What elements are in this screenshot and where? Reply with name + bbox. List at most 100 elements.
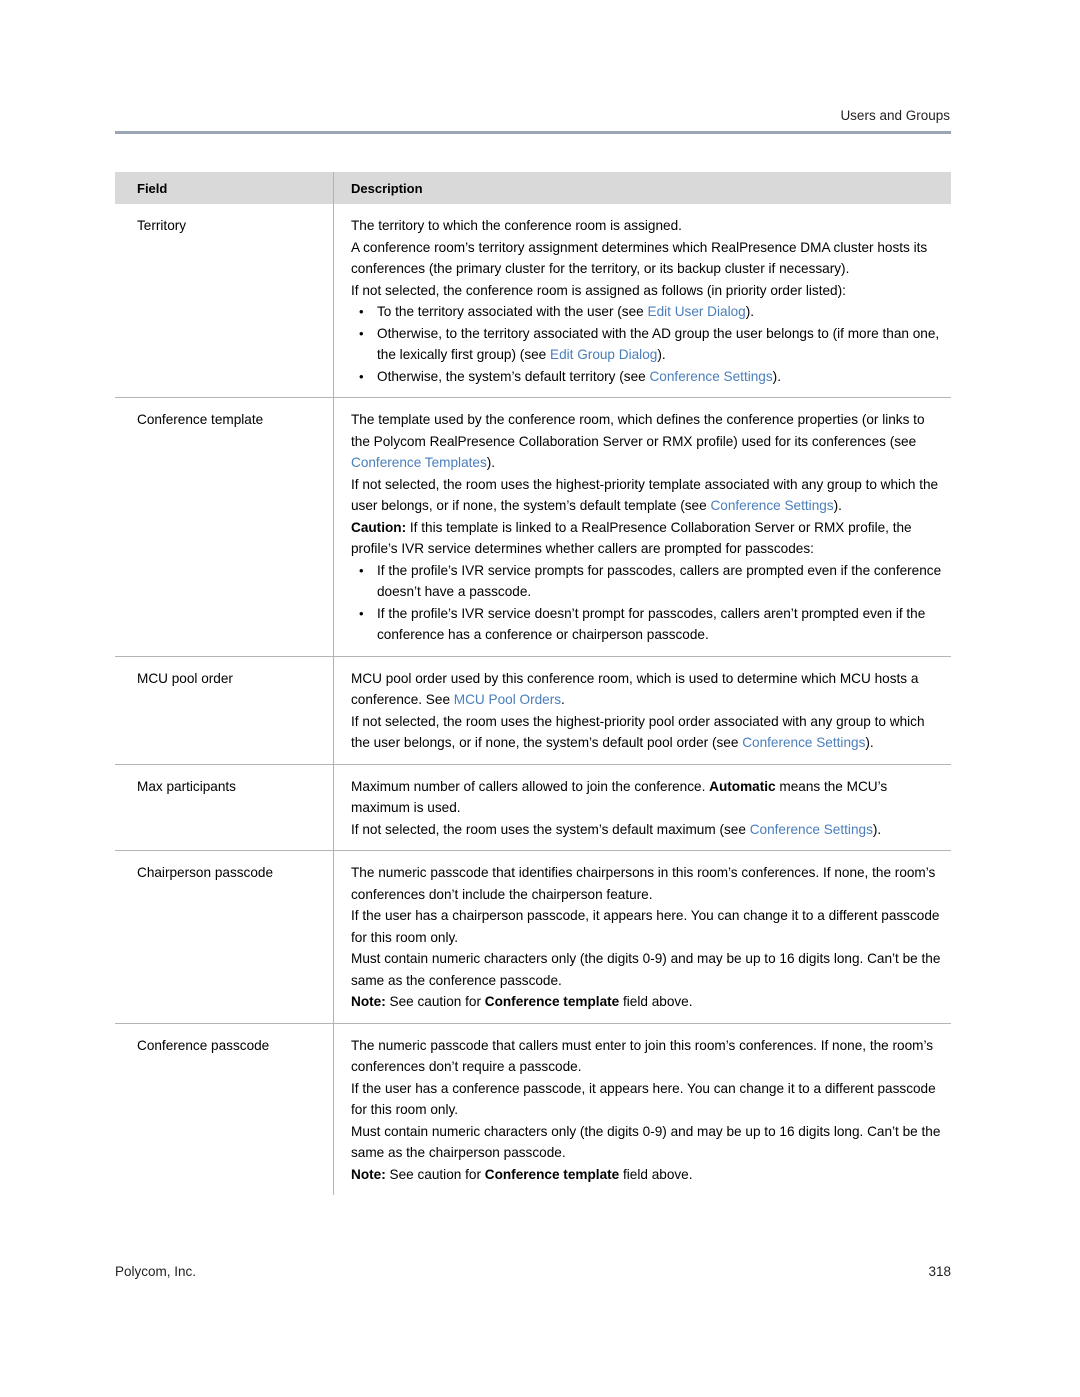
text-run: ).: [872, 821, 882, 837]
bullet-item: Otherwise, to the territory associated w…: [351, 323, 945, 366]
description-paragraph: The numeric passcode that callers must e…: [351, 1035, 945, 1078]
cross-reference-link[interactable]: Edit Group Dialog: [550, 347, 657, 362]
text-run: Must contain numeric characters only (th…: [351, 1123, 941, 1161]
bullet-item: If the profile’s IVR service doesn’t pro…: [351, 603, 945, 646]
field-description-cell: Maximum number of callers allowed to joi…: [333, 764, 951, 851]
text-run: If the profile’s IVR service prompts for…: [377, 562, 942, 600]
description-paragraph: The territory to which the conference ro…: [351, 215, 945, 237]
text-run: field above.: [619, 1166, 693, 1182]
bullet-item: To the territory associated with the use…: [351, 301, 945, 323]
text-run: If not selected, the room uses the syste…: [351, 821, 750, 837]
description-paragraph: If the user has a conference passcode, i…: [351, 1078, 945, 1121]
emphasis-text: Conference template: [484, 1166, 620, 1182]
description-paragraph: If the user has a chairperson passcode, …: [351, 905, 945, 948]
text-run: ).: [772, 368, 781, 384]
emphasis-text: Note:: [351, 994, 386, 1009]
column-header-description: Description: [333, 172, 951, 204]
text-run: If the user has a chairperson passcode, …: [351, 908, 940, 945]
description-paragraph: Must contain numeric characters only (th…: [351, 948, 945, 991]
text-run: ).: [486, 455, 496, 470]
text-run: The territory to which the conference ro…: [351, 218, 682, 233]
text-run: .: [561, 692, 565, 707]
text-run: If the profile’s IVR service doesn’t pro…: [377, 605, 926, 643]
description-paragraph: The numeric passcode that identifies cha…: [351, 862, 945, 905]
footer-page-number: 318: [928, 1264, 951, 1279]
description-paragraph: If not selected, the conference room is …: [351, 280, 945, 302]
text-run: MCU pool order used by this conference r…: [351, 670, 919, 708]
text-run: The template used by the conference room…: [351, 412, 925, 449]
description-paragraph: If not selected, the room uses the syste…: [351, 819, 945, 841]
emphasis-text: Automatic: [709, 778, 776, 794]
text-run: See caution for: [385, 1166, 485, 1182]
description-paragraph: A conference room’s territory assignment…: [351, 237, 945, 280]
table-row: Max participants Maximum number of caller…: [115, 764, 951, 851]
text-run: If this template is linked to a RealPres…: [351, 519, 912, 557]
table-row: Territory The territory to which the conf…: [115, 204, 951, 398]
table-header-row: Field Description: [115, 172, 951, 204]
field-name-cell: Territory: [115, 204, 333, 398]
field-name: Conference passcode: [137, 1037, 270, 1053]
cross-reference-link[interactable]: Conference Settings: [649, 369, 772, 384]
table-row: Chairperson passcode The numeric passcode…: [115, 850, 951, 1024]
text-run: field above.: [619, 994, 693, 1009]
text-run: ).: [745, 304, 755, 319]
cross-reference-link[interactable]: Edit User Dialog: [648, 304, 746, 319]
table-row: MCU pool order MCU pool order used by thi…: [115, 656, 951, 765]
field-name: Chairperson passcode: [137, 865, 274, 880]
text-run: Maximum number of callers allowed to joi…: [351, 778, 710, 794]
text-run: ).: [657, 347, 666, 362]
emphasis-text: Conference template: [484, 994, 620, 1009]
field-description-cell: The template used by the conference room…: [333, 397, 951, 657]
header-divider: [115, 131, 951, 134]
description-paragraph: If not selected, the room uses the highe…: [351, 711, 945, 754]
emphasis-text: Caution:: [351, 519, 407, 535]
emphasis-text: Note:: [351, 1166, 386, 1182]
text-run: See caution for: [385, 994, 485, 1009]
field-name: Max participants: [137, 778, 236, 794]
field-description-cell: The numeric passcode that callers must e…: [333, 1023, 951, 1195]
text-run: If not selected, the conference room is …: [351, 282, 846, 298]
text-run: The numeric passcode that callers must e…: [351, 1037, 934, 1075]
description-paragraph: Maximum number of callers allowed to joi…: [351, 776, 945, 819]
description-paragraph: The template used by the conference room…: [351, 409, 945, 474]
text-run: A conference room’s territory assignment…: [351, 239, 928, 277]
cross-reference-link[interactable]: Conference Settings: [742, 735, 865, 750]
text-run: ).: [865, 735, 874, 750]
description-paragraph: MCU pool order used by this conference r…: [351, 668, 945, 711]
table-row: Conference template The template used by …: [115, 397, 951, 657]
text-run: Otherwise, the system’s default territor…: [377, 368, 650, 384]
bullet-item: Otherwise, the system’s default territor…: [351, 366, 945, 388]
text-run: If the user has a conference passcode, i…: [351, 1080, 936, 1118]
bullet-item: If the profile’s IVR service prompts for…: [351, 560, 945, 603]
running-header: Users and Groups: [840, 108, 950, 123]
column-divider: [333, 172, 334, 1195]
cross-reference-link[interactable]: Conference Templates: [351, 455, 487, 470]
field-name: Territory: [137, 218, 187, 233]
text-run: ).: [833, 498, 842, 513]
field-description-cell: MCU pool order used by this conference r…: [333, 656, 951, 765]
cross-reference-link[interactable]: MCU Pool Orders: [454, 692, 561, 707]
text-run: If not selected, the room uses the highe…: [351, 476, 939, 514]
text-run: To the territory associated with the use…: [377, 304, 648, 319]
field-description-cell: The territory to which the conference ro…: [333, 204, 951, 398]
cross-reference-link[interactable]: Conference Settings: [750, 822, 873, 837]
description-paragraph: If not selected, the room uses the highe…: [351, 474, 945, 517]
field-name-cell: Conference passcode: [115, 1023, 333, 1195]
description-paragraph: Note: See caution for Conference templat…: [351, 1164, 945, 1186]
field-name: MCU pool order: [137, 670, 233, 686]
field-name-cell: MCU pool order: [115, 656, 333, 765]
text-run: Must contain numeric characters only (th…: [351, 951, 941, 988]
description-paragraph: Caution: If this template is linked to a…: [351, 517, 945, 560]
field-description-cell: The numeric passcode that identifies cha…: [333, 850, 951, 1024]
field-name-cell: Max participants: [115, 764, 333, 851]
field-name-cell: Conference template: [115, 397, 333, 657]
description-bullet-list: To the territory associated with the use…: [351, 301, 945, 387]
document-page: Users and Groups Field Description Terri…: [0, 0, 1080, 1397]
cross-reference-link[interactable]: Conference Settings: [710, 498, 833, 513]
text-run: The numeric passcode that identifies cha…: [351, 865, 936, 902]
description-paragraph: Note: See caution for Conference templat…: [351, 991, 945, 1013]
column-header-field: Field: [115, 172, 333, 204]
description-paragraph: Must contain numeric characters only (th…: [351, 1121, 945, 1164]
field-name: Conference template: [137, 412, 264, 427]
field-description-table: Field Description Territory The territory…: [115, 172, 951, 1195]
